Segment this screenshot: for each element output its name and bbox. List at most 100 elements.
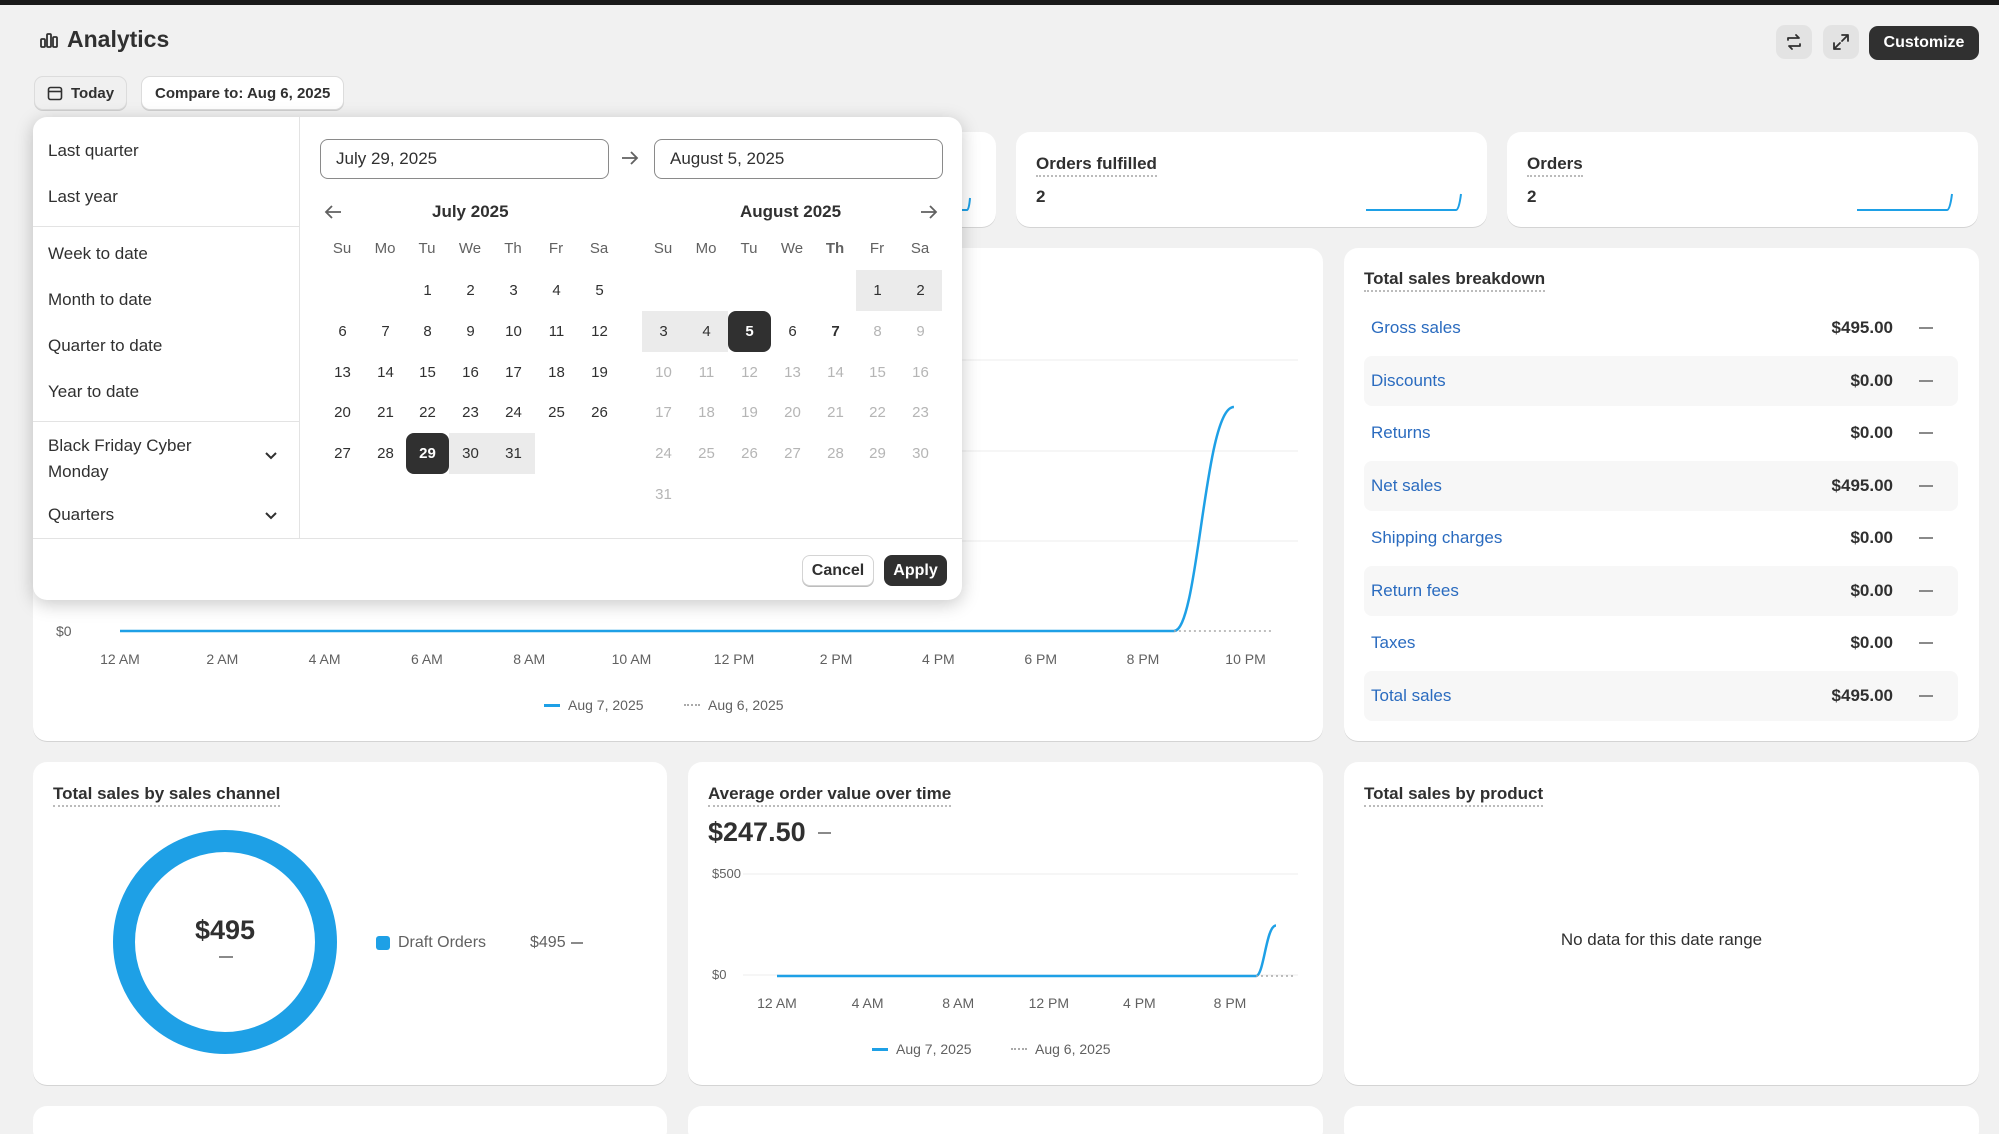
start-date-input[interactable]: July 29, 2025 <box>320 139 609 179</box>
chevron-down-icon[interactable] <box>264 511 278 521</box>
preset-group-quarters[interactable]: Quarters <box>48 505 114 525</box>
calendar-day[interactable]: 10 <box>492 311 535 352</box>
calendar-day: 11 <box>698 364 715 381</box>
next-card <box>688 1106 1323 1134</box>
breakdown-label[interactable]: Gross sales <box>1371 318 1832 338</box>
weekday-label: Su <box>653 240 673 257</box>
breakdown-row[interactable]: Total sales $495.00 <box>1364 670 1958 721</box>
calendar-day[interactable]: 6 <box>771 311 814 352</box>
breakdown-label[interactable]: Total sales <box>1371 686 1832 706</box>
calendar-day[interactable]: 12 <box>578 311 621 352</box>
calendar-day[interactable]: 26 <box>578 392 621 433</box>
x-axis-tick: 4 AM <box>851 995 884 1011</box>
date-range-label: Today <box>71 84 115 102</box>
prev-month-icon[interactable] <box>323 204 343 220</box>
customize-button[interactable]: Customize <box>1869 26 1979 60</box>
calendar-day[interactable]: 5 <box>728 311 771 352</box>
calendar-day[interactable]: 4 <box>535 270 578 311</box>
weekday-label: We <box>780 240 804 257</box>
breakdown-row[interactable]: Shipping charges $0.00 <box>1364 513 1958 563</box>
calendar-day[interactable]: 1 <box>406 270 449 311</box>
apply-button[interactable]: Apply <box>884 555 947 586</box>
calendar-day[interactable]: 7 <box>814 311 857 352</box>
calendar-day[interactable]: 28 <box>364 433 407 474</box>
breakdown-row[interactable]: Gross sales $495.00 <box>1364 303 1958 353</box>
calendar-day: 9 <box>916 323 925 340</box>
breakdown-row[interactable]: Return fees $0.00 <box>1364 565 1958 616</box>
breakdown-label[interactable]: Shipping charges <box>1371 528 1850 548</box>
breakdown-value: $495.00 <box>1831 475 1893 495</box>
breakdown-label[interactable]: Return fees <box>1371 581 1850 601</box>
calendar-day[interactable]: 30 <box>449 433 492 474</box>
calendar-day[interactable]: 3 <box>492 270 535 311</box>
weekday-label: Su <box>332 240 352 257</box>
change-dash <box>1919 484 1933 487</box>
calendar-day[interactable]: 20 <box>321 392 364 433</box>
breakdown-row[interactable]: Returns $0.00 <box>1364 408 1958 458</box>
date-range-button[interactable]: Today <box>34 76 128 110</box>
calendar-day[interactable]: 13 <box>321 352 364 393</box>
breakdown-row[interactable]: Discounts $0.00 <box>1364 355 1958 406</box>
calendar-day[interactable]: 5 <box>578 270 621 311</box>
x-axis-tick: 2 AM <box>206 651 239 667</box>
next-month-icon[interactable] <box>919 204 939 220</box>
calendar-day[interactable]: 9 <box>449 311 492 352</box>
x-axis-tick: 8 AM <box>513 651 546 667</box>
calendar-day[interactable]: 7 <box>364 311 407 352</box>
breakdown-value: $0.00 <box>1850 528 1893 547</box>
fullscreen-button[interactable] <box>1823 25 1859 59</box>
change-dash <box>1919 694 1933 697</box>
breakdown-row[interactable]: Net sales $495.00 <box>1364 460 1958 511</box>
preset-quarter-to-date[interactable]: Quarter to date <box>48 336 162 356</box>
metric-card-orders-fulfilled[interactable]: Orders fulfilled 2 <box>1016 132 1487 227</box>
calendar-day[interactable]: 29 <box>406 433 449 474</box>
preset-year-to-date[interactable]: Year to date <box>48 382 139 402</box>
calendar-day[interactable]: 27 <box>321 433 364 474</box>
calendar-day[interactable]: 18 <box>535 352 578 393</box>
refresh-button[interactable] <box>1776 25 1812 59</box>
calendar-day[interactable]: 15 <box>406 352 449 393</box>
next-card <box>33 1106 667 1134</box>
compare-button[interactable]: Compare to: Aug 6, 2025 <box>141 76 345 110</box>
donut-total: $495 <box>194 915 256 945</box>
calendar-day[interactable]: 22 <box>406 392 449 433</box>
breakdown-row[interactable]: Taxes $0.00 <box>1364 618 1958 668</box>
x-axis-tick: 8 PM <box>1213 995 1247 1011</box>
calendar-day[interactable]: 2 <box>449 270 492 311</box>
calendar-day[interactable]: 1 <box>856 270 899 311</box>
preset-week-to-date[interactable]: Week to date <box>48 244 148 264</box>
end-date-input[interactable]: August 5, 2025 <box>654 139 943 179</box>
calendar-day[interactable]: 21 <box>364 392 407 433</box>
calendar-day[interactable]: 17 <box>492 352 535 393</box>
calendar-day[interactable]: 23 <box>449 392 492 433</box>
calendar-day[interactable]: 31 <box>492 433 535 474</box>
breakdown-label[interactable]: Discounts <box>1371 371 1850 391</box>
calendar-day[interactable]: 11 <box>535 311 578 352</box>
preset-group-black-friday[interactable]: Black Friday Cyber Monday <box>48 433 248 485</box>
chevron-down-icon[interactable] <box>264 451 278 461</box>
calendar-day[interactable]: 24 <box>492 392 535 433</box>
preset-last-quarter[interactable]: Last quarter <box>48 141 139 161</box>
preset-month-to-date[interactable]: Month to date <box>48 290 152 310</box>
calendar-day[interactable]: 14 <box>364 352 407 393</box>
change-dash <box>1919 432 1933 434</box>
preset-last-year[interactable]: Last year <box>48 187 118 207</box>
calendar-day[interactable]: 19 <box>578 352 621 393</box>
x-axis-tick: 4 PM <box>1123 995 1156 1011</box>
calendar-day[interactable]: 16 <box>449 352 492 393</box>
calendar-day[interactable]: 3 <box>642 311 685 352</box>
breakdown-label[interactable]: Taxes <box>1371 633 1850 653</box>
calendar-day[interactable]: 2 <box>899 270 942 311</box>
calendar-day[interactable]: 25 <box>535 392 578 433</box>
metric-card-orders[interactable]: Orders 2 <box>1507 132 1978 227</box>
change-dash <box>1919 589 1933 592</box>
calendar-day[interactable]: 6 <box>321 311 364 352</box>
calendar-day: 14 <box>827 364 844 381</box>
calendar-day[interactable]: 8 <box>406 311 449 352</box>
breakdown-label[interactable]: Returns <box>1371 423 1850 443</box>
donut-legend-value: $495 <box>530 934 583 952</box>
calendar-day[interactable]: 4 <box>685 311 728 352</box>
cancel-button[interactable]: Cancel <box>802 555 874 586</box>
change-dash <box>1919 327 1933 329</box>
breakdown-label[interactable]: Net sales <box>1371 476 1832 496</box>
